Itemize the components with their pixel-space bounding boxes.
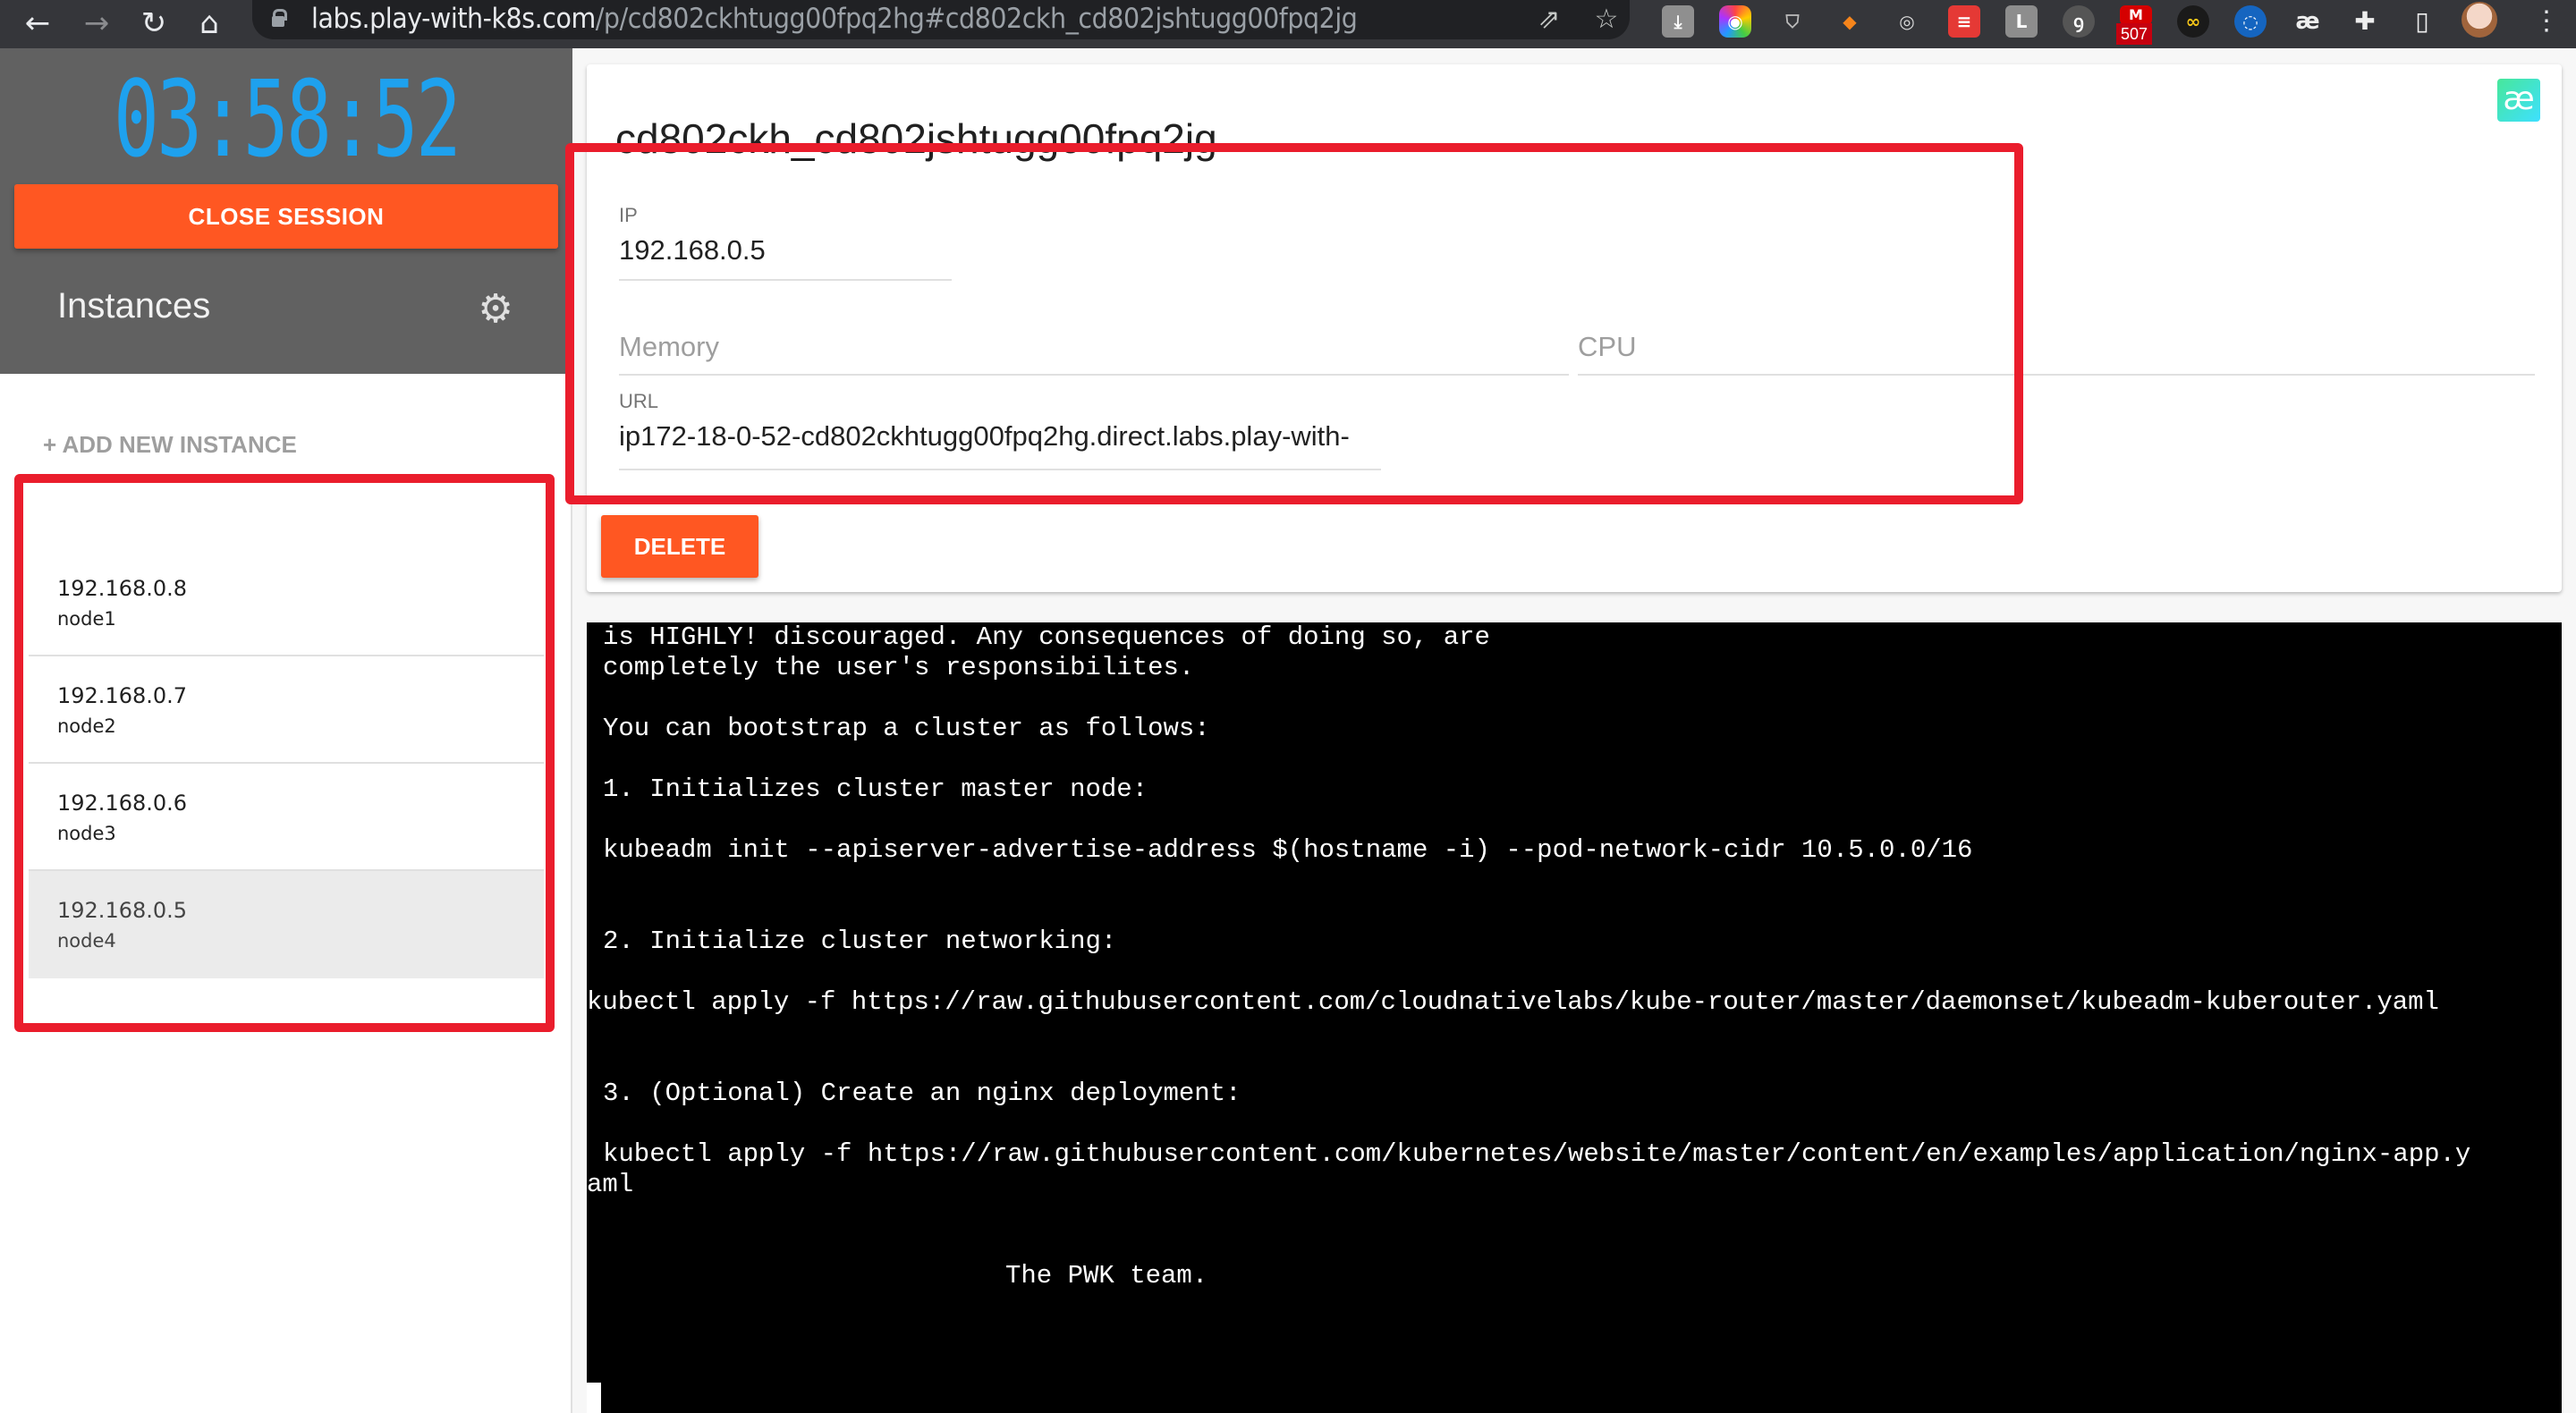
sidepanel-icon[interactable]: ▯ <box>2406 5 2438 38</box>
url-path: /p/cd802ckhtugg00fpq2hg#cd802ckh_cd802js… <box>595 3 1358 35</box>
ip-field[interactable]: IP 192.168.0.5 <box>619 204 952 281</box>
terminal-line: is HIGHLY! discouraged. Any consequences… <box>603 622 1490 652</box>
menu-kebab-icon[interactable]: ⋮ <box>2533 4 2560 39</box>
session-timer: 03:58:52 <box>113 57 462 181</box>
url-value[interactable]: ip172-18-0-52-cd802ckhtugg00fpq2hg.direc… <box>619 420 1381 453</box>
terminal-line: 1. Initializes cluster master node: <box>603 774 1148 804</box>
back-icon[interactable]: ← <box>20 5 55 41</box>
cpu-field[interactable]: CPU <box>1578 331 2535 376</box>
instance-hostname: node2 <box>57 715 116 737</box>
terminal-line: You can bootstrap a cluster as follows: <box>603 714 1210 743</box>
cat-extension-icon[interactable]: ꝯ <box>2063 5 2095 38</box>
color-extension-icon[interactable]: ◉ <box>1719 5 1751 38</box>
ae-extension-icon[interactable]: æ <box>2292 5 2324 38</box>
download-extension-icon[interactable]: ⤓ <box>1662 5 1694 38</box>
instance-hostname: node4 <box>57 930 116 952</box>
terminal-line: aml <box>587 1170 634 1199</box>
ip-label: IP <box>619 204 638 226</box>
instance-ip: 192.168.0.6 <box>57 791 188 816</box>
gmail-badge: 507 <box>2116 23 2152 45</box>
instance-ip: 192.168.0.8 <box>57 576 188 601</box>
infinity-extension-icon[interactable]: ∞ <box>2177 5 2209 38</box>
profile-avatar[interactable] <box>2462 2 2497 38</box>
memory-field[interactable]: Memory <box>619 331 1569 376</box>
gmail-extension-icon[interactable]: M <box>2120 5 2152 25</box>
address-bar[interactable]: labs.play-with-k8s.com/p/cd802ckhtugg00f… <box>252 0 1630 39</box>
terminal-cursor <box>587 1383 601 1413</box>
browser-toolbar: ← → ↻ ⌂ labs.play-with-k8s.com/p/cd802ck… <box>0 0 2576 48</box>
terminal-line: 2. Initialize cluster networking: <box>603 926 1117 956</box>
terminal-line: kubectl apply -f https://raw.githubuserc… <box>587 987 2439 1017</box>
ip-value[interactable]: 192.168.0.5 <box>619 234 952 267</box>
url-label: URL <box>619 390 659 412</box>
cpu-underline <box>1578 374 2535 376</box>
circle-extension-icon[interactable]: ◎ <box>1891 5 1923 38</box>
star-icon[interactable]: ☆ <box>1590 4 1623 36</box>
delete-instance-button[interactable]: DELETE <box>601 515 758 578</box>
reload-icon[interactable]: ↻ <box>136 5 172 41</box>
sidebar: 03:58:52 CLOSE SESSION Instances ⚙ + ADD… <box>0 48 572 1413</box>
instance-title: cd802ckh_cd802jshtugg00fpq2jg <box>615 115 1217 162</box>
share-icon[interactable]: ⇗ <box>1533 4 1565 36</box>
url-underline <box>619 469 1381 470</box>
sync-extension-icon[interactable]: ◌ <box>2234 5 2267 38</box>
ip-underline <box>619 279 952 281</box>
shield-extension-icon[interactable]: ⛉ <box>1776 5 1809 38</box>
puzzle-extensions-icon[interactable]: ✚ <box>2349 5 2381 38</box>
forward-icon[interactable]: → <box>79 5 114 41</box>
instance-ip: 192.168.0.7 <box>57 683 188 708</box>
add-new-instance-button[interactable]: + ADD NEW INSTANCE <box>43 431 297 459</box>
instances-heading: Instances <box>57 286 211 326</box>
l-extension-icon[interactable]: L <box>2005 5 2038 38</box>
instance-item[interactable]: 192.168.0.8 node1 <box>29 549 544 656</box>
url-field[interactable]: URL ip172-18-0-52-cd802ckhtugg00fpq2hg.d… <box>619 390 1381 470</box>
ae-logo-icon[interactable]: æ <box>2497 79 2540 122</box>
instance-hostname: node1 <box>57 608 116 630</box>
gear-icon[interactable]: ⚙ <box>476 290 515 329</box>
instance-item[interactable]: 192.168.0.6 node3 <box>29 764 544 871</box>
list-extension-icon[interactable]: ≡ <box>1948 5 1980 38</box>
instance-list: 192.168.0.8 node1 192.168.0.7 node2 192.… <box>29 549 544 978</box>
terminal-line: The PWK team. <box>1005 1261 1208 1290</box>
lock-icon[interactable] <box>272 9 287 27</box>
memory-underline <box>619 374 1569 376</box>
metamask-fox-icon[interactable]: ◆ <box>1834 5 1866 38</box>
terminal-line: kubectl apply -f https://raw.githubuserc… <box>603 1139 2471 1169</box>
terminal[interactable]: is HIGHLY! discouraged. Any consequences… <box>587 622 2562 1413</box>
url-host: labs.play-with-k8s.com <box>311 3 596 35</box>
close-session-button[interactable]: CLOSE SESSION <box>14 184 558 249</box>
cpu-placeholder: CPU <box>1578 331 1637 362</box>
instance-item[interactable]: 192.168.0.7 node2 <box>29 656 544 764</box>
instance-details-card: cd802ckh_cd802jshtugg00fpq2jg æ IP 192.1… <box>587 64 2562 592</box>
home-icon[interactable]: ⌂ <box>191 5 227 41</box>
memory-placeholder: Memory <box>619 331 719 362</box>
instance-item-selected[interactable]: 192.168.0.5 node4 <box>29 871 544 978</box>
instance-hostname: node3 <box>57 823 116 844</box>
sidebar-header: 03:58:52 CLOSE SESSION Instances ⚙ <box>0 48 572 374</box>
terminal-line: kubeadm init --apiserver-advertise-addre… <box>603 835 1973 865</box>
instance-ip: 192.168.0.5 <box>57 898 188 923</box>
terminal-line: 3. (Optional) Create an nginx deployment… <box>603 1079 1241 1108</box>
terminal-line: completely the user's responsibilites. <box>603 653 1195 682</box>
url-text[interactable]: labs.play-with-k8s.com/p/cd802ckhtugg00f… <box>311 3 1358 35</box>
